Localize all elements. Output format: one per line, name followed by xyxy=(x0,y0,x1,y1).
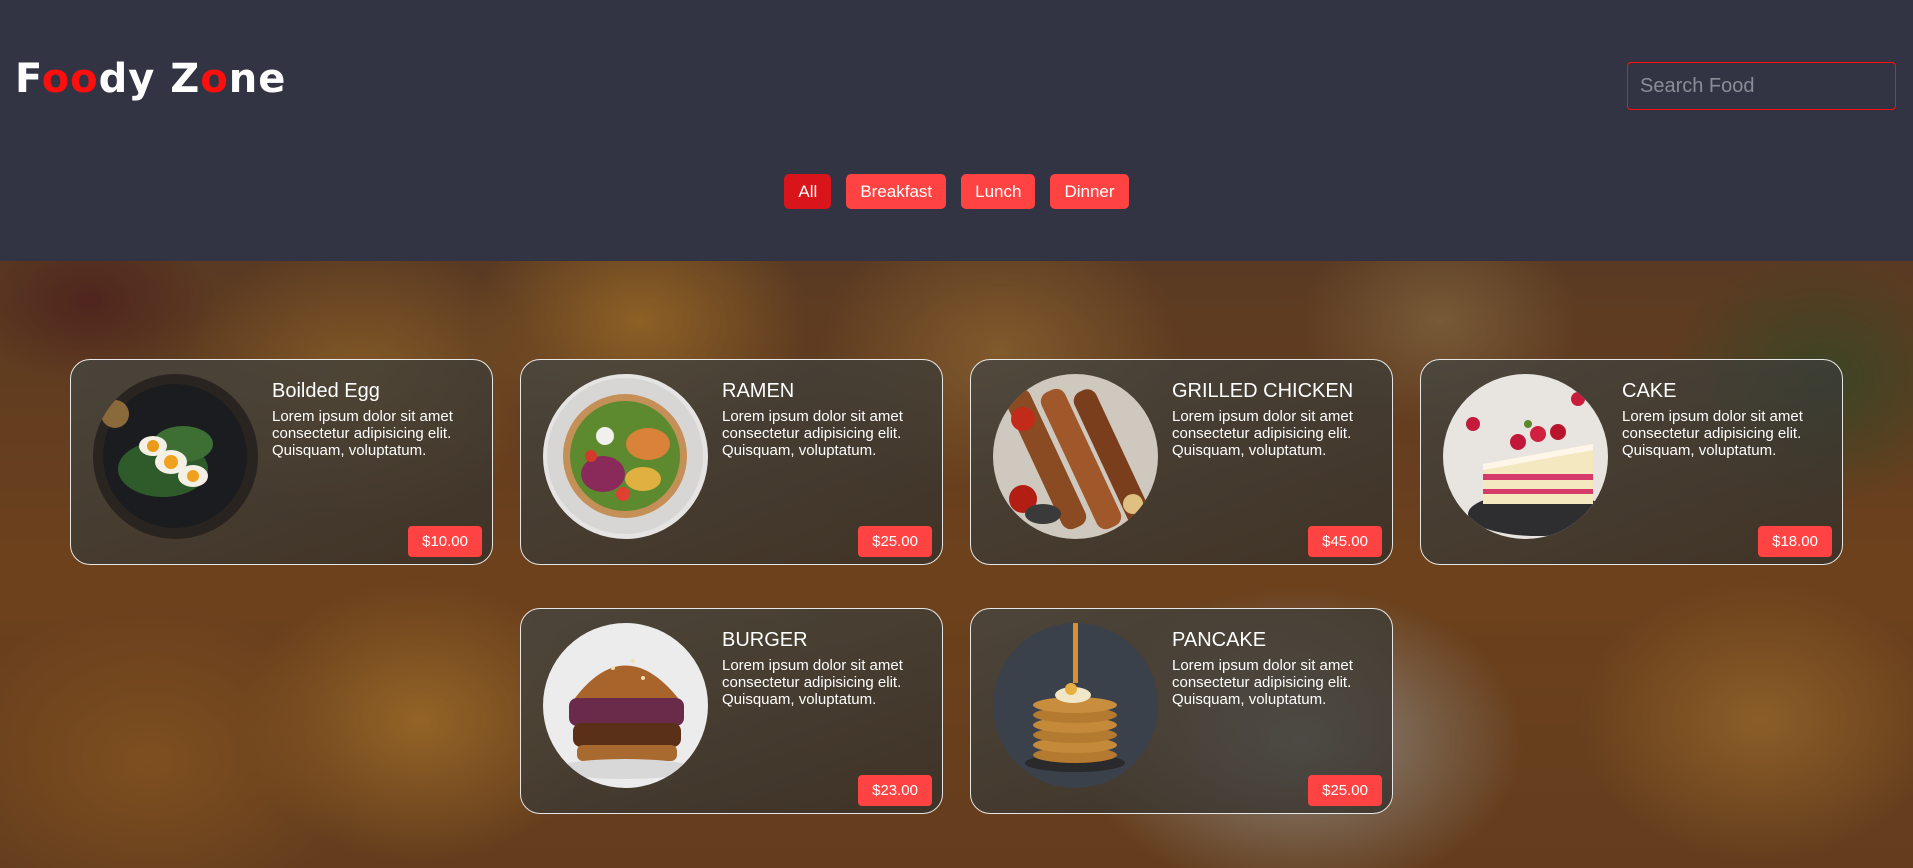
food-section: Boilded Egg Lorem ipsum dolor sit amet c… xyxy=(0,261,1913,868)
filter-breakfast-button[interactable]: Breakfast xyxy=(846,174,947,209)
food-card: BURGER Lorem ipsum dolor sit amet consec… xyxy=(520,608,943,814)
ramen-image xyxy=(543,374,708,539)
cake-image xyxy=(1443,374,1608,539)
price-button[interactable]: $23.00 xyxy=(858,775,932,806)
logo: Foody Zone xyxy=(15,56,287,102)
food-card: CAKE Lorem ipsum dolor sit amet consecte… xyxy=(1420,359,1843,565)
card-description: Lorem ipsum dolor sit amet consectetur a… xyxy=(272,408,453,459)
card-title: BURGER xyxy=(722,629,808,651)
price-button[interactable]: $18.00 xyxy=(1758,526,1832,557)
price-button[interactable]: $10.00 xyxy=(408,526,482,557)
header: Foody Zone All Breakfast Lunch Dinner xyxy=(0,0,1913,261)
card-description: Lorem ipsum dolor sit amet consectetur a… xyxy=(1172,408,1353,459)
filter-all-button[interactable]: All xyxy=(784,174,832,209)
food-grid: Boilded Egg Lorem ipsum dolor sit amet c… xyxy=(0,261,1913,868)
food-card: PANCAKE Lorem ipsum dolor sit amet conse… xyxy=(970,608,1393,814)
food-card: RAMEN Lorem ipsum dolor sit amet consect… xyxy=(520,359,943,565)
filter-bar: All Breakfast Lunch Dinner xyxy=(0,174,1913,209)
food-card: Boilded Egg Lorem ipsum dolor sit amet c… xyxy=(70,359,493,565)
card-title: CAKE xyxy=(1622,380,1677,402)
pancake-image xyxy=(993,623,1158,788)
burger-image xyxy=(543,623,708,788)
price-button[interactable]: $25.00 xyxy=(858,526,932,557)
card-title: RAMEN xyxy=(722,380,795,402)
price-button[interactable]: $45.00 xyxy=(1308,526,1382,557)
price-button[interactable]: $25.00 xyxy=(1308,775,1382,806)
grilled-chicken-image xyxy=(993,374,1158,539)
search-input[interactable] xyxy=(1627,62,1896,110)
card-description: Lorem ipsum dolor sit amet consectetur a… xyxy=(722,657,903,708)
filter-dinner-button[interactable]: Dinner xyxy=(1050,174,1129,209)
card-title: Boilded Egg xyxy=(272,380,380,402)
card-description: Lorem ipsum dolor sit amet consectetur a… xyxy=(722,408,903,459)
boiled-egg-image xyxy=(93,374,258,539)
card-description: Lorem ipsum dolor sit amet consectetur a… xyxy=(1172,657,1353,708)
card-title: PANCAKE xyxy=(1172,629,1267,651)
card-description: Lorem ipsum dolor sit amet consectetur a… xyxy=(1622,408,1803,459)
card-title: GRILLED CHICKEN xyxy=(1172,380,1354,402)
filter-lunch-button[interactable]: Lunch xyxy=(961,174,1036,209)
food-card: GRILLED CHICKEN Lorem ipsum dolor sit am… xyxy=(970,359,1393,565)
